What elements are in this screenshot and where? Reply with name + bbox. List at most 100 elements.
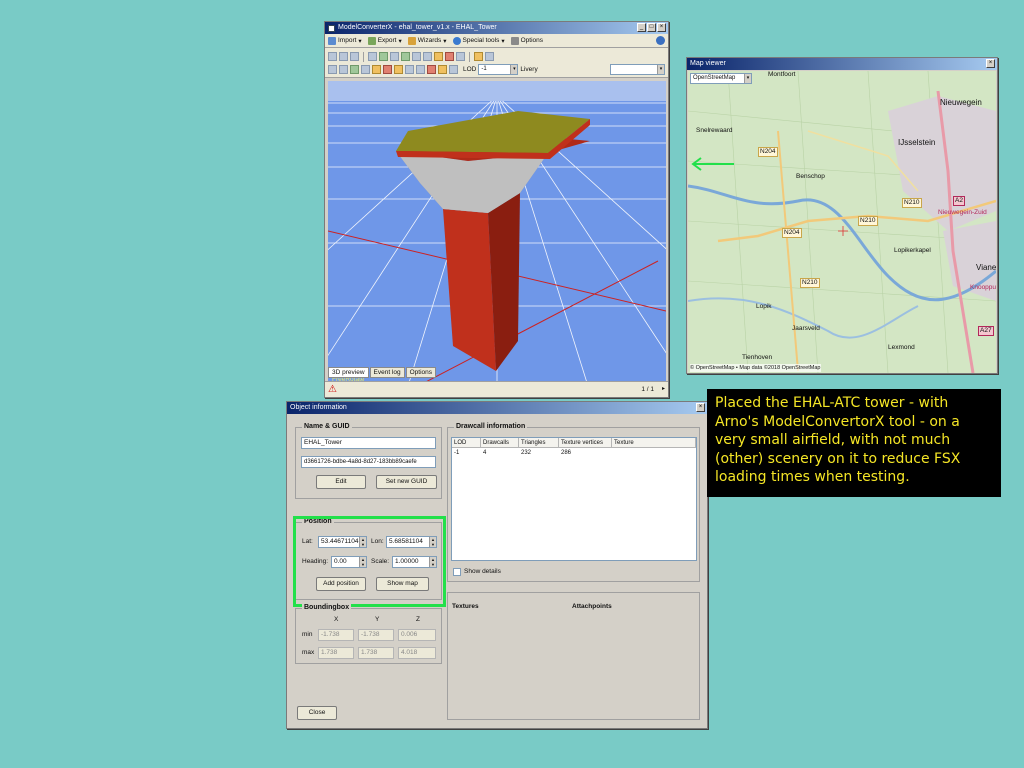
menu-options[interactable]: Options (510, 36, 543, 45)
map-viewer-titlebar[interactable]: Map viewer × (687, 58, 997, 70)
bones-icon[interactable] (405, 65, 414, 74)
3d-preview-viewport[interactable]: FreeRotate (328, 81, 666, 386)
road-n210-west: N210 (858, 216, 878, 226)
hierarchy-icon[interactable] (379, 52, 388, 61)
place-nieuwegein: Nieuwegein (940, 98, 982, 107)
modelconverter-window: ModelConverterX - ehal_tower_v1.x - EHAL… (324, 21, 669, 398)
zoom-icon[interactable] (368, 52, 377, 61)
annotation-note: Placed the EHAL-ATC tower - with Arno's … (707, 389, 1001, 497)
boundingbox-group: Boundingbox X Y Z min -1.738 -1.738 0.00… (295, 604, 442, 664)
camera-icon[interactable] (423, 52, 432, 61)
view-grid-icon[interactable] (339, 65, 348, 74)
app-icon (328, 24, 335, 32)
textures-attach-group: Textures Attachpoints (447, 592, 700, 720)
object-name-field[interactable]: EHAL_Tower (301, 437, 436, 449)
map-tiles (688, 71, 996, 373)
col-texture-vertices[interactable]: Texture vertices (559, 438, 612, 448)
paint-icon[interactable] (372, 65, 381, 74)
object-info-titlebar[interactable]: Object information × (287, 402, 707, 414)
edit-button[interactable]: Edit (316, 475, 366, 489)
col-lod[interactable]: LOD (452, 438, 481, 448)
set-new-guid-button[interactable]: Set new GUID (376, 475, 437, 489)
effects-icon[interactable] (383, 65, 392, 74)
textures-label: Textures (452, 603, 479, 610)
place-knooppunt: Knooppunt E (970, 284, 996, 291)
maximize-button[interactable]: □ (647, 23, 656, 32)
position-highlight (293, 516, 446, 607)
modelconverter-title: ModelConverterX - ehal_tower_v1.x - EHAL… (338, 24, 497, 31)
help-icon[interactable] (656, 36, 665, 45)
object-info-close-x[interactable]: × (696, 403, 705, 412)
forward-icon[interactable] (339, 52, 348, 61)
map-source-select[interactable]: OpenStreetMap ▾ (690, 73, 752, 84)
cell-triangles: 232 (521, 450, 532, 456)
redo-icon[interactable] (485, 52, 494, 61)
bbox-col-x: X (334, 616, 339, 623)
normals-icon[interactable] (350, 65, 359, 74)
warning-icon[interactable]: ⚠ (328, 384, 337, 395)
show-details-label: Show details (464, 568, 501, 575)
tab-3d-preview[interactable]: 3D preview (328, 367, 369, 378)
close-button-dialog[interactable]: Close (297, 706, 337, 720)
col-drawcalls[interactable]: Drawcalls (481, 438, 519, 448)
guid-field[interactable]: d3661726-bdbe-4a8d-8d27-183bb89caefe (301, 456, 436, 468)
grid-icon[interactable] (456, 52, 465, 61)
close-button[interactable]: × (657, 23, 666, 32)
map-attribution: © OpenStreetMap • Map data ©2018 OpenStr… (690, 364, 821, 372)
livery-label: Livery (520, 65, 538, 73)
map-canvas[interactable]: OpenStreetMap ▾ Montfoort Nieuwegein Snel… (688, 71, 996, 373)
light-icon[interactable] (434, 52, 443, 61)
attach-icon[interactable] (427, 65, 436, 74)
menu-export[interactable]: Export ▾ (367, 36, 402, 45)
place-lopikerkapel: Lopikerkapel (894, 247, 931, 254)
import-icon (328, 36, 336, 45)
lights-icon[interactable] (394, 65, 403, 74)
tab-options[interactable]: Options (405, 367, 437, 378)
material-icon[interactable] (401, 52, 410, 61)
up-icon[interactable] (350, 52, 359, 61)
minimize-button[interactable]: _ (637, 23, 646, 32)
tab-event-log[interactable]: Event log (369, 367, 405, 378)
cell-lod: -1 (454, 450, 460, 456)
wireframe-icon[interactable] (412, 52, 421, 61)
road-n210-south: N210 (800, 278, 820, 288)
texture-icon[interactable] (390, 52, 399, 61)
bbox-col-y: Y (375, 616, 380, 623)
view-top-icon[interactable] (328, 65, 337, 74)
bbox-col-z: Z (416, 616, 420, 623)
cell-drawcalls: 4 (483, 450, 487, 456)
place-ijsselstein: IJsselstein (898, 138, 936, 147)
object-info-title: Object information (290, 404, 347, 411)
edit-icon[interactable] (361, 65, 370, 74)
back-icon[interactable] (328, 52, 337, 61)
menu-special-tools[interactable]: Special tools ▾ (452, 36, 505, 45)
scroll-right-icon[interactable]: ▸ (662, 385, 665, 392)
lod-select[interactable]: -1 ▾ (478, 64, 519, 75)
col-texture[interactable]: Texture (612, 438, 696, 448)
menu-wizards[interactable]: Wizards ▾ (407, 36, 447, 45)
bbox-max-x: 1.738 (318, 647, 354, 659)
show-details-checkbox[interactable] (453, 568, 461, 576)
animation-icon[interactable] (445, 52, 454, 61)
place-nieuwegein-zuid: Nieuwegein-Zuid (938, 209, 987, 216)
col-triangles[interactable]: Triangles (519, 438, 559, 448)
bbox-min-y: -1.738 (358, 629, 394, 641)
cell-texture-vertices: 286 (561, 450, 572, 456)
drawcall-table[interactable]: LOD Drawcalls Triangles Texture vertices… (451, 437, 697, 561)
menu-import[interactable]: Import ▾ (328, 36, 362, 45)
undo-icon[interactable] (474, 52, 483, 61)
ground-icon[interactable] (449, 65, 458, 74)
modelconverter-titlebar[interactable]: ModelConverterX - ehal_tower_v1.x - EHAL… (325, 22, 668, 34)
attachpoints-label: Attachpoints (572, 603, 612, 610)
map-close-button[interactable]: × (986, 59, 995, 68)
globe-icon (452, 36, 461, 45)
place-benschop: Benschop (796, 173, 825, 180)
place-snelrewaard: Snelrewaard (696, 127, 733, 134)
place-montfoort: Montfoort (768, 71, 796, 78)
collision-icon[interactable] (416, 65, 425, 74)
road-a27: A27 (978, 326, 994, 336)
page-indicator: 1 / 1 (641, 386, 654, 393)
road-n204-mid: N204 (782, 228, 802, 238)
livery-select[interactable]: ▾ (610, 64, 665, 75)
sun-icon[interactable] (438, 65, 447, 74)
